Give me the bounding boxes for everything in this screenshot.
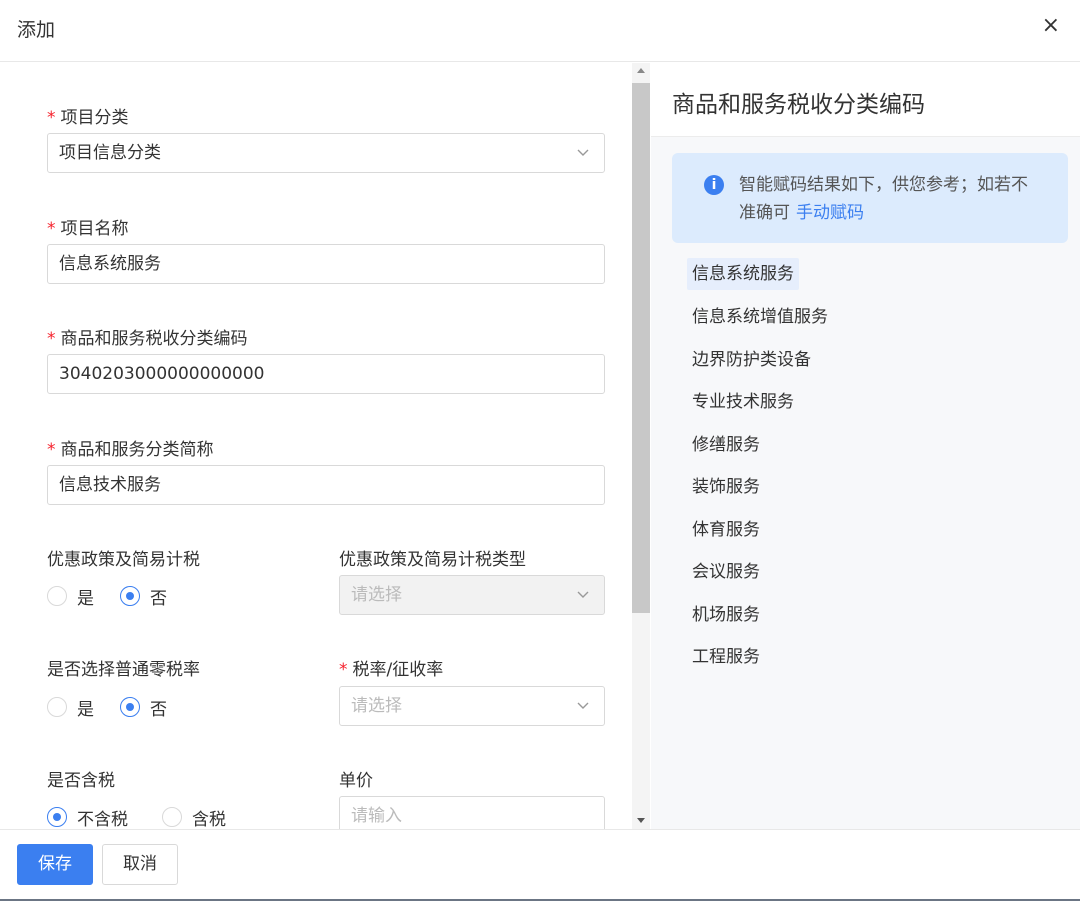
- preferential-policy-label: 优惠政策及简易计税: [47, 550, 200, 570]
- scroll-down-arrow-icon[interactable]: [637, 818, 645, 823]
- chevron-down-icon: [577, 702, 589, 709]
- dialog-header: 添加 ×: [0, 0, 1080, 62]
- code-item[interactable]: 装饰服务: [687, 471, 765, 503]
- project-name-label-text: 项目名称: [60, 219, 129, 239]
- required-mark: *: [339, 660, 348, 680]
- form-pane: * 项目分类 项目信息分类 * 项目名称 信息系统服务 * 商品和服务税收分类编码 3…: [0, 63, 630, 829]
- scroll-up-arrow-icon[interactable]: [637, 68, 645, 73]
- required-mark: *: [47, 329, 56, 349]
- code-item[interactable]: 修缮服务: [687, 429, 765, 461]
- project-category-label-text: 项目分类: [60, 108, 129, 128]
- info-notice: i 智能赋码结果如下，供您参考；如若不准确可 手动赋码: [672, 153, 1068, 243]
- required-mark: *: [47, 219, 56, 239]
- radio-label: 不含税: [77, 809, 128, 830]
- project-name-input[interactable]: 信息系统服务: [47, 244, 605, 284]
- project-category-select[interactable]: 项目信息分类: [47, 133, 605, 173]
- cancel-button[interactable]: 取消: [102, 844, 178, 885]
- radio-label: 含税: [192, 809, 226, 830]
- tax-code-panel-title: 商品和服务税收分类编码: [672, 92, 925, 118]
- tax-code-panel: 商品和服务税收分类编码 i 智能赋码结果如下，供您参考；如若不准确可 手动赋码 信…: [651, 63, 1080, 829]
- zero-rate-yes-radio[interactable]: 是: [47, 695, 94, 720]
- tax-included-radio[interactable]: 含税: [162, 805, 226, 830]
- chevron-down-icon: [577, 591, 589, 598]
- preferential-type-label: 优惠政策及简易计税类型: [339, 550, 526, 570]
- preferential-type-placeholder: 请选择: [351, 585, 402, 605]
- radio-circle: [47, 697, 67, 717]
- project-category-value: 项目信息分类: [59, 143, 161, 163]
- project-name-label: * 项目名称: [47, 214, 129, 239]
- code-item[interactable]: 专业技术服务: [687, 386, 799, 418]
- save-button[interactable]: 保存: [17, 844, 93, 885]
- close-icon[interactable]: ×: [1042, 14, 1060, 38]
- tax-rate-select[interactable]: 请选择: [339, 686, 605, 726]
- code-item[interactable]: 信息系统服务: [687, 258, 799, 290]
- radio-circle-checked: [120, 586, 140, 606]
- radio-label: 是: [77, 588, 94, 609]
- radio-circle: [162, 807, 182, 827]
- unit-price-label: 单价: [339, 771, 373, 791]
- manual-code-link[interactable]: 手动赋码: [796, 203, 864, 223]
- tax-included-radio-group: 不含税 含税: [47, 805, 252, 829]
- info-message: 智能赋码结果如下，供您参考；如若不准确可: [739, 175, 1028, 223]
- code-item[interactable]: 体育服务: [687, 514, 765, 546]
- tax-code-panel-header: 商品和服务税收分类编码: [651, 63, 1080, 137]
- category-short-label-text: 商品和服务分类简称: [60, 440, 214, 460]
- category-short-input[interactable]: 信息技术服务: [47, 465, 605, 505]
- category-short-label: * 商品和服务分类简称: [47, 435, 214, 460]
- preferential-policy-no-radio[interactable]: 否: [120, 584, 167, 609]
- tax-rate-label: * 税率/征收率: [339, 655, 443, 680]
- tax-rate-placeholder: 请选择: [351, 696, 402, 716]
- zero-rate-no-radio[interactable]: 否: [120, 695, 167, 720]
- code-item[interactable]: 工程服务: [687, 641, 765, 673]
- required-mark: *: [47, 440, 56, 460]
- required-mark: *: [47, 108, 56, 128]
- radio-circle: [47, 586, 67, 606]
- info-icon: i: [704, 175, 724, 195]
- code-item[interactable]: 边界防护类设备: [687, 344, 816, 376]
- zero-rate-label: 是否选择普通零税率: [47, 660, 200, 680]
- info-text: 智能赋码结果如下，供您参考；如若不准确可 手动赋码: [739, 171, 1039, 227]
- zero-rate-radio-group: 是 否: [47, 695, 193, 720]
- dialog-footer: 保存 取消: [0, 829, 1080, 901]
- preferential-policy-yes-radio[interactable]: 是: [47, 584, 94, 609]
- preferential-type-select[interactable]: 请选择: [339, 575, 605, 615]
- project-category-label: * 项目分类: [47, 103, 129, 128]
- radio-label: 否: [150, 699, 167, 720]
- tax-code-input[interactable]: 3040203000000000000: [47, 354, 605, 394]
- scroll-thumb[interactable]: [632, 83, 650, 613]
- radio-label: 否: [150, 588, 167, 609]
- chevron-down-icon: [577, 149, 589, 156]
- tax-code-label: * 商品和服务税收分类编码: [47, 324, 248, 349]
- code-item[interactable]: 机场服务: [687, 599, 765, 631]
- preferential-policy-radio-group: 是 否: [47, 584, 193, 609]
- tax-excluded-radio[interactable]: 不含税: [47, 805, 128, 830]
- dialog-title: 添加: [17, 19, 56, 41]
- radio-label: 是: [77, 699, 94, 720]
- code-item[interactable]: 信息系统增值服务: [687, 301, 833, 333]
- unit-price-input[interactable]: 请输入: [339, 796, 605, 829]
- tax-rate-label-text: 税率/征收率: [352, 660, 444, 680]
- radio-circle-checked: [120, 697, 140, 717]
- code-item[interactable]: 会议服务: [687, 556, 765, 588]
- form-scrollbar[interactable]: [632, 63, 650, 829]
- tax-code-label-text: 商品和服务税收分类编码: [60, 329, 248, 349]
- tax-included-label: 是否含税: [47, 771, 115, 791]
- radio-circle-checked: [47, 807, 67, 827]
